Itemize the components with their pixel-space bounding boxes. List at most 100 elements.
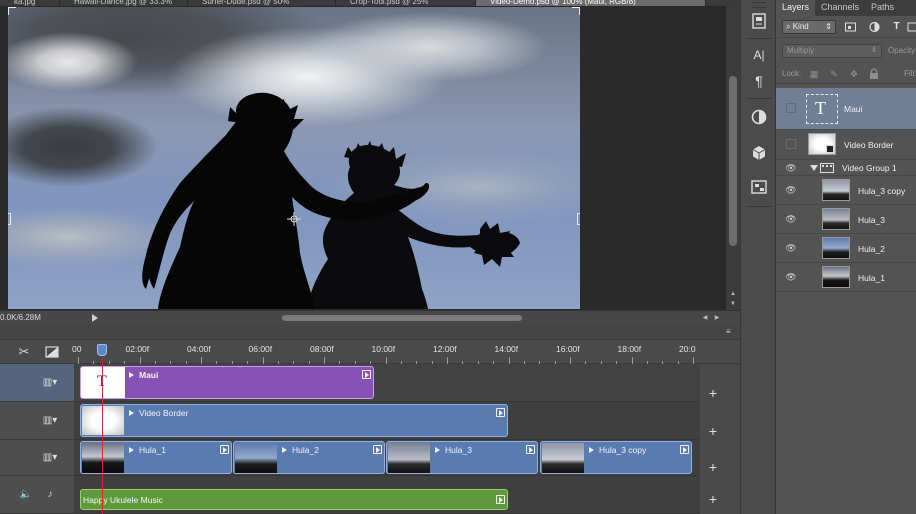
film-strip-icon[interactable]: ▥▾ — [42, 451, 58, 465]
scroll-down-icon[interactable]: ▼ — [728, 300, 738, 308]
history-panel-icon[interactable] — [748, 10, 770, 32]
layer-row-hula-2[interactable]: 👁 Hula_2 — [776, 234, 916, 263]
clip-end-icon[interactable] — [496, 408, 505, 417]
clip-end-icon[interactable] — [526, 445, 535, 454]
transform-handle-tl[interactable] — [8, 7, 16, 15]
clip-hula-2[interactable]: Hula_2 — [233, 441, 385, 474]
clip-maui[interactable]: T Maui — [80, 366, 374, 399]
eye-icon[interactable]: 👁 — [784, 213, 798, 225]
lane-video-border: Video Border — [74, 402, 700, 440]
doc-tab-2[interactable]: Hawaii-Dance.jpg @ 33.3% — [60, 0, 188, 6]
eye-icon[interactable]: 👁 — [784, 162, 798, 174]
kind-filter-select[interactable]: ⌕ Kind ⇕ — [782, 20, 836, 34]
doc-tab-5[interactable]: Video-Demo.psd @ 100% (Maui, RGB/8) — [476, 0, 706, 6]
ruler-tick — [78, 357, 79, 364]
clip-expand-icon[interactable] — [129, 447, 134, 453]
speaker-icon[interactable]: 🔈 — [18, 488, 34, 502]
eye-icon[interactable]: 👁 — [784, 271, 798, 283]
visibility-toggle[interactable] — [786, 103, 796, 113]
layer-row-maui[interactable]: T Maui — [776, 88, 916, 130]
doc-tab-4[interactable]: Crop-Tool.psd @ 25% — [336, 0, 476, 6]
vertical-scroll-thumb[interactable] — [729, 76, 737, 246]
track-header-maui[interactable]: ▥▾ — [0, 364, 74, 402]
document-horizontal-scrollbar[interactable] — [240, 313, 696, 323]
film-strip-icon[interactable]: ▥▾ — [42, 414, 58, 428]
canvas-image[interactable] — [8, 7, 580, 309]
track-header-audio[interactable]: 🔈 ♪ — [0, 476, 74, 514]
playhead-handle[interactable] — [97, 344, 107, 356]
clip-end-icon[interactable] — [373, 445, 382, 454]
visibility-toggle[interactable] — [786, 139, 796, 149]
horizontal-scroll-thumb[interactable] — [282, 315, 522, 321]
character-panel-icon[interactable]: A| — [748, 44, 770, 66]
transform-handle-tr[interactable] — [572, 7, 580, 15]
ruler-label: 00 — [72, 344, 82, 354]
lock-transparent-icon[interactable]: ▦ — [808, 68, 820, 80]
doc-tab-1[interactable]: ka.jpg — [0, 0, 60, 6]
blend-mode-select[interactable]: Multiply ⇕ — [782, 44, 882, 58]
layer-row-hula-3[interactable]: 👁 Hula_3 — [776, 205, 916, 234]
clip-expand-icon[interactable] — [589, 447, 594, 453]
smart-object-thumbnail — [808, 133, 836, 155]
status-menu-arrow-icon[interactable] — [92, 314, 98, 322]
chevron-down-icon[interactable] — [810, 165, 818, 171]
track-header-video-border[interactable]: ▥▾ — [0, 402, 74, 440]
scroll-up-icon[interactable]: ▲ — [728, 290, 738, 298]
clip-end-icon[interactable] — [220, 445, 229, 454]
scroll-right-icon[interactable]: ▶ — [712, 314, 722, 322]
timeline-panel-icon[interactable] — [748, 176, 770, 198]
clip-happy-ukulele-music[interactable]: Happy Ukulele Music — [80, 489, 508, 510]
clip-video-border[interactable]: Video Border — [80, 404, 508, 437]
track-header-video-group[interactable]: ▥▾ — [0, 440, 74, 476]
tab-layers[interactable]: Layers — [776, 0, 816, 16]
lock-position-icon[interactable]: ✥ — [848, 68, 860, 80]
layer-row-video-border[interactable]: Video Border — [776, 130, 916, 160]
ruler-label: 12:00f — [433, 344, 457, 354]
clip-end-icon[interactable] — [362, 370, 371, 379]
document-vertical-scrollbar[interactable]: ▲ ▼ — [726, 6, 740, 310]
time-ruler[interactable]: 00 02:00f 04:00f 06:00f 08:00f 10:00f 12:00f 14… — [72, 340, 700, 364]
layer-row-video-group[interactable]: 👁 Video Group 1 — [776, 160, 916, 176]
lock-image-icon[interactable]: ✎ — [828, 68, 840, 80]
clip-hula-3[interactable]: Hula_3 — [386, 441, 538, 474]
paragraph-panel-icon[interactable]: ¶ — [748, 70, 770, 92]
transition-icon[interactable] — [44, 344, 60, 360]
add-media-button[interactable]: + — [700, 386, 726, 400]
3d-panel-icon[interactable] — [748, 142, 770, 164]
clip-expand-icon[interactable] — [282, 447, 287, 453]
pixel-filter-icon[interactable] — [844, 20, 857, 34]
clip-end-icon[interactable] — [496, 495, 505, 504]
panel-menu-icon[interactable]: ≡ — [726, 327, 736, 337]
type-filter-icon[interactable]: T — [890, 20, 903, 34]
clip-end-icon[interactable] — [680, 445, 689, 454]
lane-video-group: Hula_1 Hula_2 Hula_3 Hula_3 copy — [74, 440, 700, 476]
music-note-icon[interactable]: ♪ — [42, 488, 58, 502]
adjustment-filter-icon[interactable] — [868, 20, 881, 34]
eye-icon[interactable]: 👁 — [784, 242, 798, 254]
clip-expand-icon[interactable] — [129, 372, 134, 378]
add-media-button[interactable]: + — [700, 460, 726, 474]
clip-expand-icon[interactable] — [435, 447, 440, 453]
film-strip-icon[interactable]: ▥▾ — [42, 376, 58, 390]
layer-row-hula-1[interactable]: 👁 Hula_1 — [776, 263, 916, 292]
add-media-button[interactable]: + — [700, 492, 726, 506]
scissors-icon[interactable]: ✂ — [16, 344, 32, 360]
shape-filter-icon[interactable] — [906, 20, 916, 34]
strip-grip[interactable] — [752, 2, 766, 8]
video-layer-thumbnail — [822, 266, 850, 288]
video-layer-thumbnail — [822, 179, 850, 201]
clip-hula-3-copy[interactable]: Hula_3 copy — [540, 441, 692, 474]
adjustments-panel-icon[interactable] — [748, 106, 770, 128]
lock-all-icon[interactable] — [868, 68, 880, 80]
tab-channels[interactable]: Channels — [815, 0, 865, 16]
ruler-tick — [324, 357, 325, 364]
transform-handle-mr[interactable] — [577, 213, 580, 225]
tab-paths[interactable]: Paths — [865, 0, 900, 16]
eye-icon[interactable]: 👁 — [784, 184, 798, 196]
clip-expand-icon[interactable] — [129, 410, 134, 416]
scroll-left-icon[interactable]: ◀ — [700, 314, 710, 322]
doc-tab-3[interactable]: Surfer-Dude.psd @ 50% — [188, 0, 336, 6]
add-media-button[interactable]: + — [700, 424, 726, 438]
layer-row-hula-3-copy[interactable]: 👁 Hula_3 copy — [776, 176, 916, 205]
transform-handle-ml[interactable] — [8, 213, 11, 225]
